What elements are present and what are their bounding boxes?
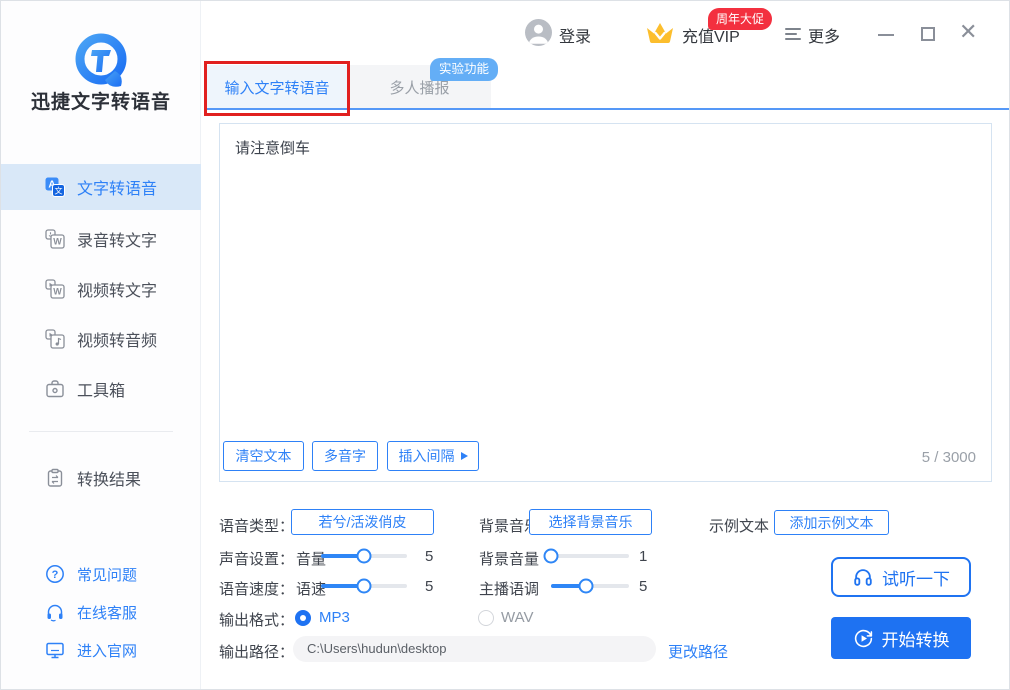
radio-wav-label[interactable]: WAV: [501, 609, 534, 626]
play-circle-icon: [853, 628, 874, 649]
svg-text:文: 文: [55, 186, 63, 196]
sidebar: 迅捷文字转语音 A 文 文字转语音 W 录音转文字: [1, 1, 201, 690]
close-icon[interactable]: ✕: [959, 20, 977, 44]
menu-icon[interactable]: [785, 28, 801, 40]
triangle-right-icon: [461, 452, 468, 460]
sidebar-item-label: 文字转语音: [77, 175, 157, 199]
volume-slider[interactable]: [321, 554, 407, 558]
slider-thumb[interactable]: [579, 579, 594, 594]
radio-wav[interactable]: [478, 610, 494, 626]
sidebar-item-label: 视频转文字: [77, 277, 157, 301]
speed-value: 5: [425, 578, 433, 595]
select-bgm-button[interactable]: 选择背景音乐: [529, 509, 652, 535]
svg-text:W: W: [53, 237, 62, 247]
sidebar-item-audio-to-text[interactable]: W 录音转文字: [1, 216, 201, 262]
minimize-icon[interactable]: [878, 34, 894, 36]
bg-volume-value: 1: [639, 548, 647, 565]
sidebar-item-label: 工具箱: [77, 377, 125, 401]
user-avatar-icon[interactable]: [525, 19, 552, 46]
volume-value: 5: [425, 548, 433, 565]
sidebar-divider: [29, 431, 173, 432]
promo-badge[interactable]: 周年大促: [708, 8, 772, 30]
voice-type-label: 语音类型：: [219, 515, 294, 536]
sidebar-item-text-to-speech[interactable]: A 文 文字转语音: [1, 164, 201, 210]
more-button[interactable]: 更多: [808, 23, 840, 47]
tab-underline: [206, 108, 1009, 110]
experiment-feature-badge: 实验功能: [430, 58, 498, 81]
tab-text-to-speech[interactable]: 输入文字转语音: [206, 65, 348, 109]
sidebar-item-label: 视频转音频: [77, 327, 157, 351]
tone-slider[interactable]: [551, 584, 629, 588]
app-title: 迅捷文字转语音: [1, 87, 201, 114]
slider-thumb[interactable]: [543, 549, 558, 564]
tone-label: 主播语调: [479, 578, 539, 599]
toolbox-icon: [45, 379, 65, 399]
headset-icon: [45, 602, 65, 622]
insert-interval-button[interactable]: 插入间隔: [387, 441, 479, 471]
speech-speed-label: 语音速度：: [219, 578, 294, 599]
start-convert-button[interactable]: 开始转换: [831, 617, 971, 659]
tone-value: 5: [639, 578, 647, 595]
headphones-icon: [852, 566, 874, 588]
polyphone-button[interactable]: 多音字: [312, 441, 378, 471]
sidebar-item-label: 常见问题: [77, 564, 137, 585]
editor-text-content: 请注意倒车: [235, 137, 310, 158]
video-doc-icon: W: [45, 279, 65, 299]
output-path-field[interactable]: C:\Users\hudun\desktop: [293, 636, 656, 662]
add-sample-text-button[interactable]: 添加示例文本: [774, 510, 889, 535]
maximize-icon[interactable]: [921, 27, 935, 41]
slider-thumb[interactable]: [357, 549, 372, 564]
sidebar-item-results[interactable]: 转换结果: [1, 455, 201, 501]
sidebar-item-label: 在线客服: [77, 602, 137, 623]
sidebar-item-faq[interactable]: ? 常见问题: [1, 555, 201, 593]
sidebar-item-support[interactable]: 在线客服: [1, 593, 201, 631]
output-path-label: 输出路径：: [219, 641, 294, 662]
sidebar-item-label: 进入官网: [77, 640, 137, 661]
output-format-label: 输出格式：: [219, 609, 294, 630]
sample-text-label: 示例文本: [709, 515, 769, 536]
slider-thumb[interactable]: [357, 579, 372, 594]
sidebar-item-label: 录音转文字: [77, 227, 157, 251]
translate-icon: A 文: [45, 177, 65, 197]
speed-slider[interactable]: [321, 584, 407, 588]
sound-settings-label: 声音设置：: [219, 548, 294, 569]
question-icon: ?: [45, 564, 65, 584]
app-logo-icon: [68, 29, 134, 95]
video-music-icon: [45, 329, 65, 349]
vip-crown-icon[interactable]: [643, 19, 677, 47]
clear-text-button[interactable]: 清空文本: [223, 441, 304, 471]
microphone-doc-icon: W: [45, 229, 65, 249]
text-input-area[interactable]: [219, 123, 992, 482]
sidebar-item-label: 转换结果: [77, 466, 141, 490]
radio-mp3-label[interactable]: MP3: [319, 609, 350, 626]
svg-text:?: ?: [52, 569, 59, 581]
sidebar-item-website[interactable]: 进入官网: [1, 631, 201, 669]
radio-mp3[interactable]: [295, 610, 311, 626]
svg-text:W: W: [53, 287, 62, 297]
login-button[interactable]: 登录: [559, 23, 591, 47]
monitor-icon: [45, 640, 65, 660]
volume-label: 音量: [296, 548, 326, 569]
change-path-link[interactable]: 更改路径: [668, 641, 728, 662]
voice-type-button[interactable]: 若兮/活泼俏皮: [291, 509, 434, 535]
clipboard-results-icon: [45, 468, 65, 488]
sidebar-item-video-to-audio[interactable]: 视频转音频: [1, 316, 201, 362]
bg-volume-slider[interactable]: [544, 554, 629, 558]
char-counter: 5 / 3000: [851, 449, 976, 466]
sidebar-item-video-to-text[interactable]: W 视频转文字: [1, 266, 201, 312]
bg-volume-label: 背景音量: [479, 548, 539, 569]
app-window: 迅捷文字转语音 A 文 文字转语音 W 录音转文字: [0, 0, 1010, 690]
preview-button[interactable]: 试听一下: [831, 557, 971, 597]
sidebar-item-toolbox[interactable]: 工具箱: [1, 366, 201, 412]
speed-label: 语速: [296, 578, 326, 599]
